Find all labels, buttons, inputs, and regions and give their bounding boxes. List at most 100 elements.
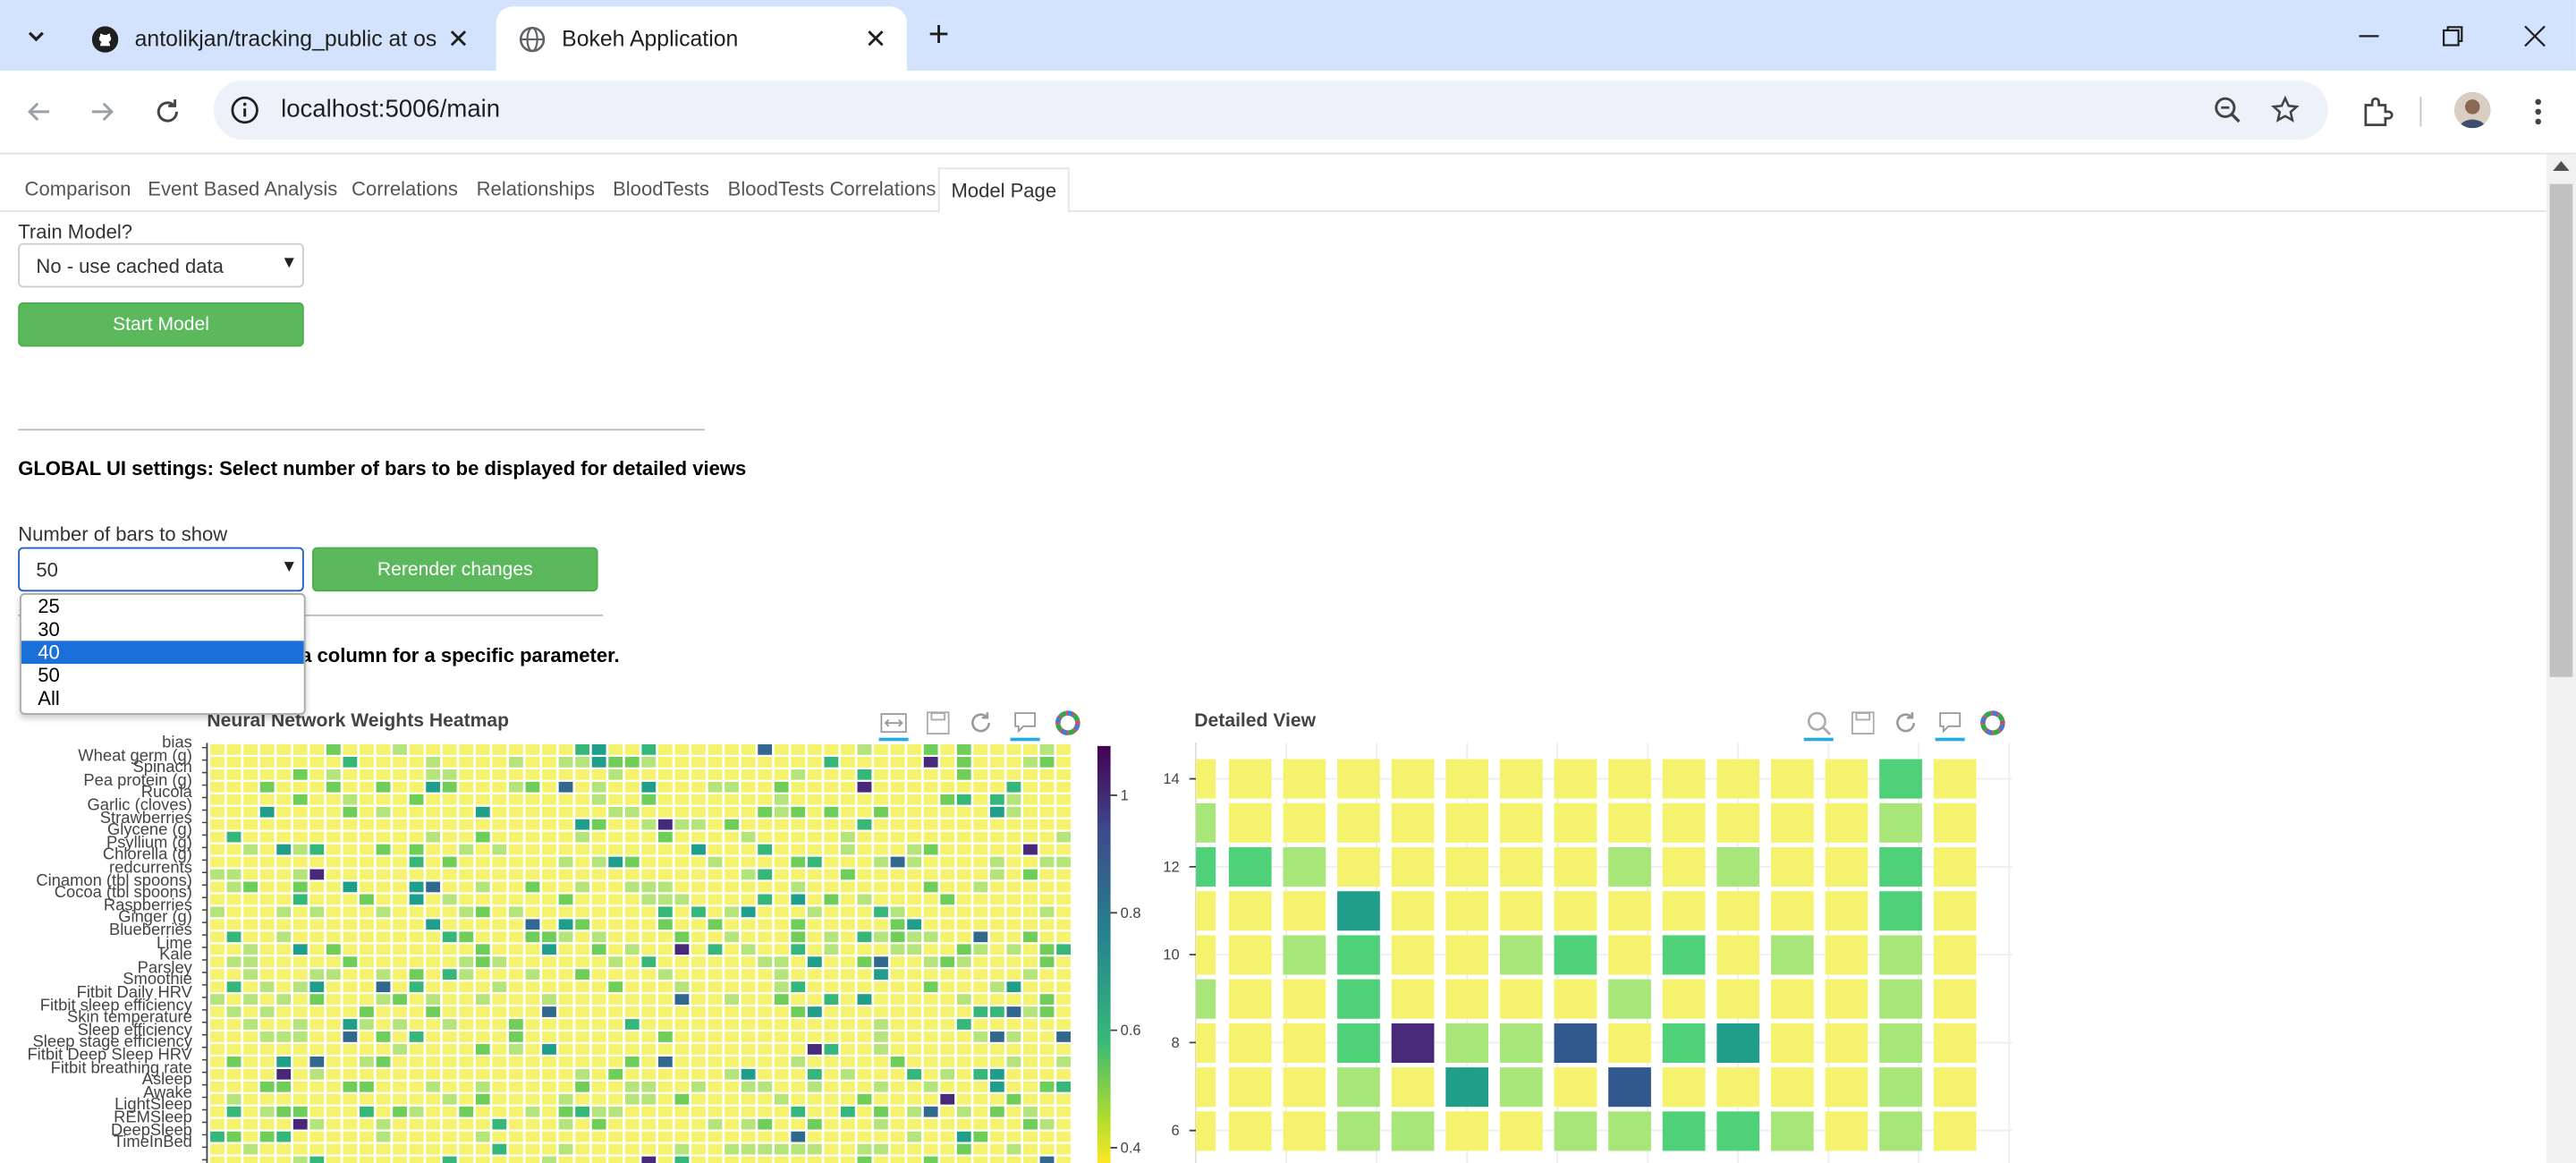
heatmap-cell [874,744,888,755]
heatmap-cell [1039,1044,1055,1055]
detail-cell [1825,759,1868,799]
bokeh-logo-icon[interactable] [1053,709,1082,738]
pan-tool-icon[interactable] [878,709,909,742]
heatmap-cell [973,956,988,968]
hover-tool-icon[interactable] [1010,709,1040,742]
heatmap-cell [608,931,623,943]
heatmap-cell [591,756,606,768]
heatmap-cell [459,1143,474,1155]
heatmap-cell [641,1093,657,1105]
heatmap-cell [1023,756,1038,768]
heatmap-cell [1006,1056,1021,1067]
browser-menu-kebab-icon[interactable] [2520,94,2555,130]
heatmap-cell [691,1093,706,1105]
train-model-select[interactable]: No - use cached data [18,242,304,288]
page-tabs: Comparison Event Based Analysis Correlat… [0,167,2546,214]
heatmap-cell [923,856,938,868]
heatmap-cell [1023,1131,1038,1142]
hover-tool-icon[interactable] [1935,709,1965,742]
close-tab-icon[interactable]: ✕ [860,24,890,53]
tab-relationships[interactable]: Relationships [465,167,606,210]
bars-select[interactable]: 50 [18,547,304,592]
option-all[interactable]: All [21,687,304,710]
profile-avatar[interactable] [2454,91,2491,129]
heatmap-cell [525,844,540,855]
close-window-icon[interactable] [2515,16,2555,55]
heatmap-cell [309,1106,325,1117]
minimize-icon[interactable] [2349,16,2388,55]
heatmap-cell [243,1044,258,1055]
heatmap-cell [890,1143,905,1155]
heatmap-cell [226,806,242,818]
heatmap-cell [591,969,606,980]
heatmap-cell [542,956,556,968]
extensions-puzzle-icon[interactable] [2360,94,2395,130]
bokeh-logo-icon[interactable] [1978,709,2007,738]
address-bar[interactable]: localhost:5006/main [213,80,2328,140]
detail-cell [1196,759,1216,799]
heatmap-cell [525,981,540,992]
browser-tab-bokeh[interactable]: Bokeh Application ✕ [496,6,907,71]
tab-event-based-analysis[interactable]: Event Based Analysis [136,167,349,210]
heatmap-cell [841,1118,855,1130]
tab-bloodtests[interactable]: BloodTests [601,167,721,210]
heatmap-cell [426,1081,441,1092]
bars-options-list[interactable]: 25 30 40 50 All [20,593,306,715]
heatmap-cell [824,881,839,893]
browser-tab-github[interactable]: antolikjan/tracking_public at os ✕ [69,6,489,71]
tab-correlations[interactable]: Correlations [340,167,470,210]
heatmap-cell [641,819,657,830]
option-50[interactable]: 50 [21,664,304,687]
scroll-up-arrow-icon[interactable] [2553,160,2570,172]
heatmap-cell [226,1081,242,1092]
heatmap-cell [940,869,955,880]
heatmap-cell [657,1143,673,1155]
option-30[interactable]: 30 [21,618,304,641]
heatmap-cell [376,1081,391,1092]
forward-arrow-icon[interactable] [80,90,123,133]
heatmap-cell [492,1081,507,1092]
heatmap-cell [1023,844,1038,855]
heatmap-cell [276,1106,292,1117]
bookmark-star-icon[interactable] [2268,94,2301,127]
zoom-out-icon[interactable] [2211,94,2244,127]
heatmap-cell [956,756,971,768]
detail-plot[interactable]: 14121086 [1142,743,2012,1163]
heatmap-cell [442,994,457,1005]
option-40[interactable]: 40 [21,641,304,665]
option-25[interactable]: 25 [21,595,304,618]
restore-icon[interactable] [2433,16,2472,55]
heatmap-cell [1006,894,1021,905]
heatmap-cell [956,1031,971,1042]
heatmap-cell [591,1019,606,1030]
start-model-button[interactable]: Start Model [18,301,304,347]
zoom-tool-icon[interactable] [1803,709,1834,742]
close-tab-icon[interactable]: ✕ [444,24,473,53]
reload-icon[interactable] [146,90,189,133]
heatmap-cell [923,756,938,768]
heatmap-cell [276,756,292,768]
detail-cell [1391,847,1435,887]
heatmap-cell [426,1031,441,1042]
tab-model-page[interactable]: Model Page [937,167,1070,214]
heatmap-cell [973,1106,988,1117]
heatmap-cell [708,1044,723,1055]
rerender-button[interactable]: Rerender changes [311,547,598,592]
site-info-icon[interactable] [230,96,259,125]
tab-bloodtests-correlations[interactable]: BloodTests Correlations [716,167,947,210]
save-tool-icon[interactable] [1848,709,1877,738]
tab-comparison[interactable]: Comparison [13,167,143,210]
heatmap-cell [1023,881,1038,893]
page-scrollbar[interactable] [2546,154,2576,1163]
tab-search-chevron-icon[interactable] [13,13,59,59]
heatmap-grid[interactable] [201,743,1087,1163]
heatmap-cell [442,906,457,918]
reset-tool-icon[interactable] [1891,709,1920,738]
heatmap-cell [1039,768,1055,780]
heatmap-cell [874,1006,888,1017]
reset-tool-icon[interactable] [966,709,996,738]
back-arrow-icon[interactable] [18,90,61,133]
new-tab-plus-icon[interactable]: + [928,15,950,52]
save-tool-icon[interactable] [923,709,953,738]
scrollbar-thumb[interactable] [2549,183,2573,677]
